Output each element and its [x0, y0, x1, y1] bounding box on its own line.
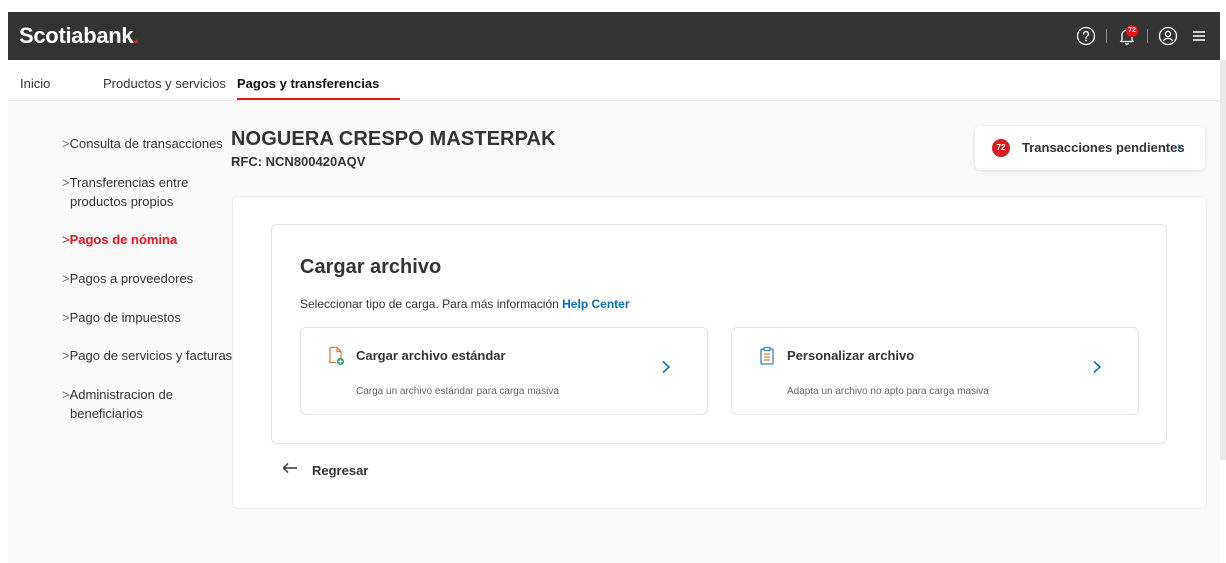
nav-item-pagos[interactable]: Pagos y transferencias — [237, 76, 379, 91]
company-name: NOGUERA CRESPO MASTERPAK — [231, 128, 556, 150]
option-custom-file[interactable]: Personalizar archivo Adapta un archivo n… — [731, 327, 1139, 415]
upload-title: Cargar archivo — [300, 256, 442, 278]
app-header: Scotiabank. 72 — [8, 12, 1220, 60]
chevron-right-icon: > — [62, 232, 70, 247]
top-strip — [0, 0, 1226, 12]
upload-subtitle: Seleccionar tipo de carga. Para más info… — [300, 297, 630, 311]
page-scrollbar[interactable] — [1220, 60, 1226, 460]
help-icon[interactable] — [1075, 25, 1097, 47]
chevron-right-icon: > — [62, 310, 70, 325]
pending-count-badge: 72 — [992, 139, 1010, 157]
main-nav: Inicio Productos y servicios Pagos y tra… — [8, 60, 1220, 101]
company-rfc: RFC: NCN800420AQV — [231, 154, 366, 169]
header-divider — [1147, 29, 1148, 43]
sidebar-item-beneficiarios[interactable]: >Administracion de beneficiarios — [62, 385, 173, 423]
nav-active-indicator — [237, 98, 400, 100]
chevron-right-icon: > — [62, 348, 70, 363]
notification-badge: 72 — [1126, 25, 1138, 37]
chevron-right-icon: > — [62, 387, 70, 402]
chevron-right-icon: > — [62, 175, 70, 190]
scotiabank-logo[interactable]: Scotiabank. — [19, 23, 139, 49]
option-standard-description: Carga un archivo estándar para carga mas… — [356, 386, 559, 397]
sidebar-item-transferencias[interactable]: >Transferencias entre productos propios — [62, 173, 188, 211]
arrow-left-icon — [282, 461, 298, 479]
nav-item-inicio[interactable]: Inicio — [20, 76, 50, 91]
chevron-right-icon: › — [1177, 138, 1182, 155]
option-custom-title: Personalizar archivo — [787, 348, 915, 363]
chevron-right-icon: > — [62, 271, 70, 286]
file-upload-icon — [327, 346, 345, 366]
chevron-right-icon — [661, 360, 671, 379]
notifications-bell-icon[interactable]: 72 — [1116, 25, 1138, 47]
pending-transactions-button[interactable]: 72 Transacciones pendientes › — [975, 126, 1205, 170]
back-label: Regresar — [312, 462, 369, 478]
header-actions: 72 — [1075, 24, 1210, 48]
sidebar-item-servicios[interactable]: >Pago de servicios y facturas — [62, 346, 232, 365]
user-profile-icon[interactable] — [1157, 25, 1179, 47]
option-standard-title: Cargar archivo estándar — [356, 348, 506, 363]
sidebar-item-consulta[interactable]: >Consulta de transacciones — [62, 134, 223, 153]
option-standard-file[interactable]: Cargar archivo estándar Carga un archivo… — [300, 327, 708, 415]
chevron-right-icon: > — [62, 136, 70, 151]
sidebar-item-impuestos[interactable]: >Pago de impuestos — [62, 308, 181, 327]
sidebar-item-proveedores[interactable]: >Pagos a proveedores — [62, 269, 193, 288]
chevron-right-icon — [1092, 360, 1102, 379]
back-button[interactable]: Regresar — [282, 459, 368, 481]
pending-transactions-label: Transacciones pendientes — [1022, 140, 1185, 155]
header-divider — [1106, 29, 1107, 43]
option-custom-description: Adapta un archivo no apto para carga mas… — [787, 386, 989, 397]
clipboard-list-icon — [758, 346, 776, 366]
help-center-link[interactable]: Help Center — [562, 297, 629, 311]
sidebar-item-pagos-nomina[interactable]: >Pagos de nómina — [62, 230, 177, 249]
menu-hamburger-icon[interactable] — [1188, 25, 1210, 47]
nav-item-productos[interactable]: Productos y servicios — [103, 76, 226, 91]
